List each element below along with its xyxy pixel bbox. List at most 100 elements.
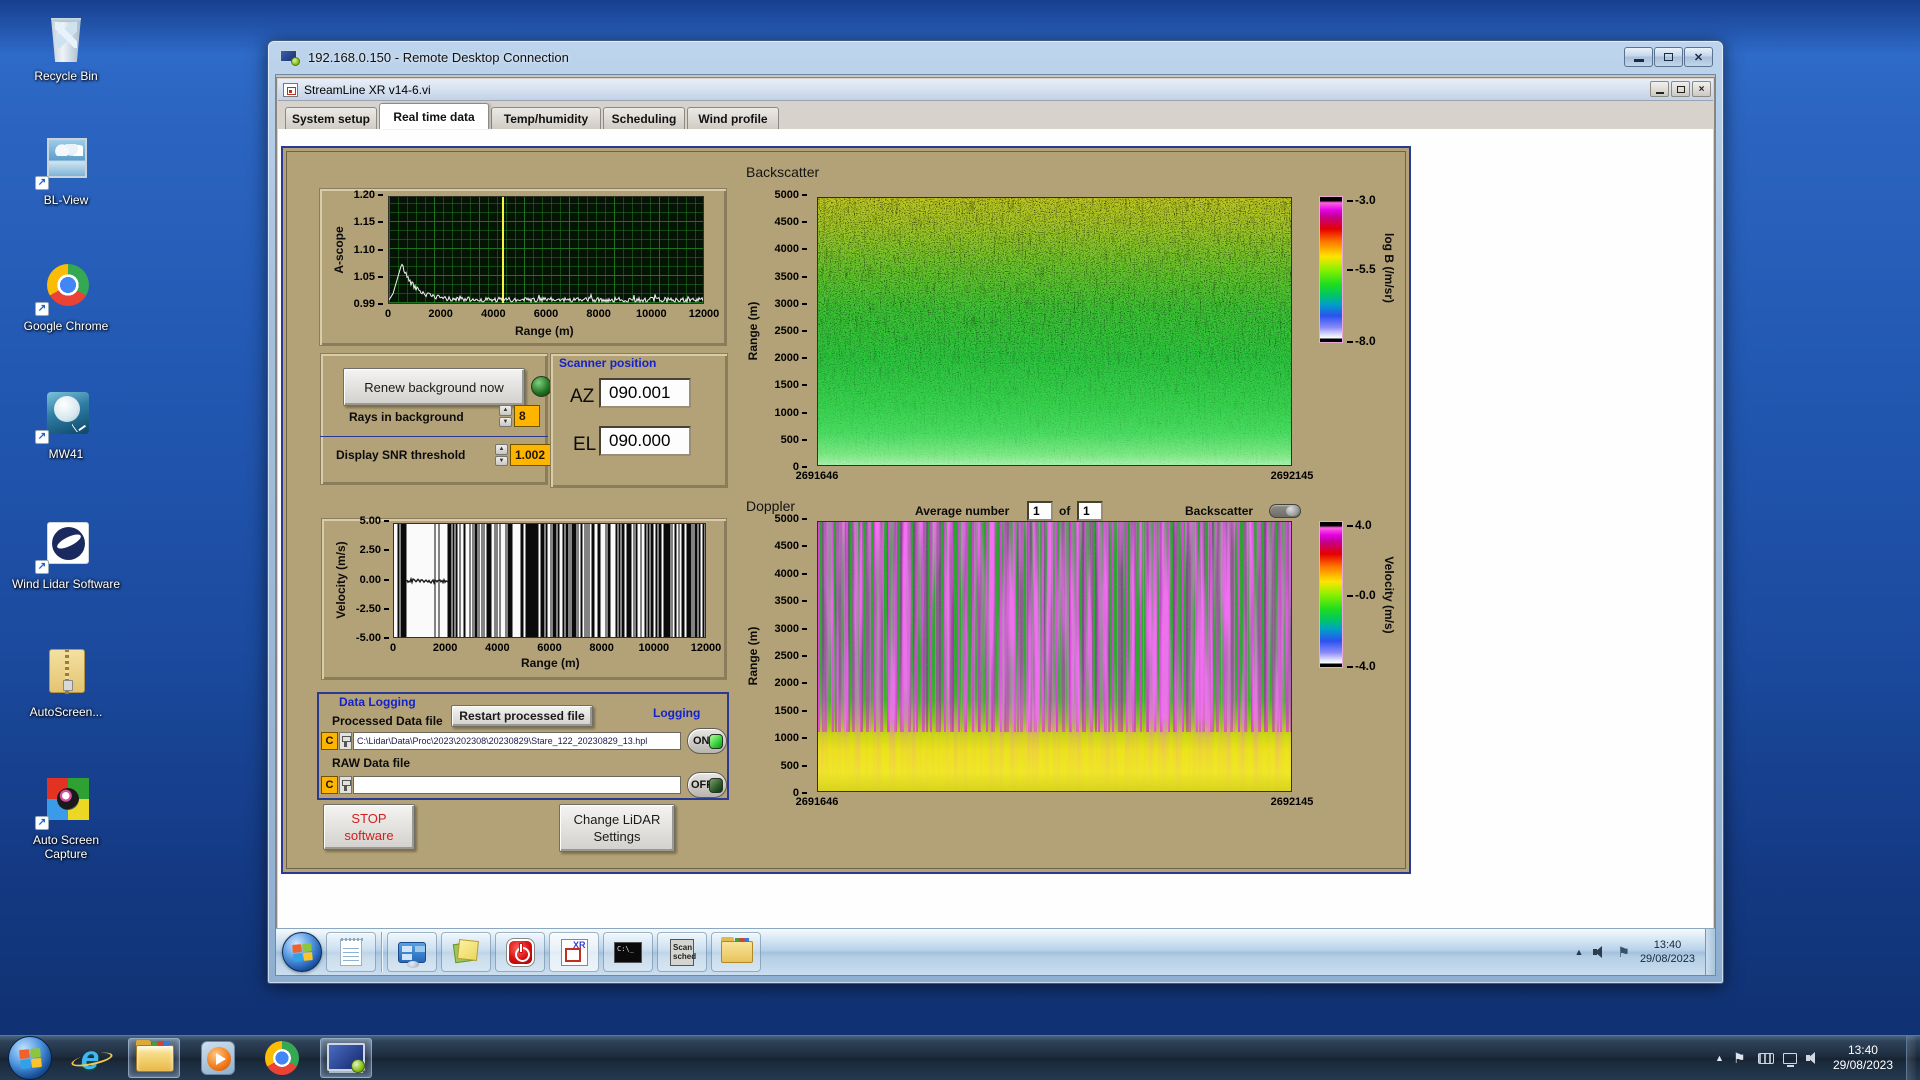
input-indicator-icon[interactable] xyxy=(1757,1052,1774,1064)
volume-icon[interactable] xyxy=(1593,946,1607,958)
stop-software-button[interactable]: STOP software xyxy=(323,804,415,850)
snr-spinner[interactable]: ▲ ▼ xyxy=(495,444,508,466)
desktop-icon-auto-screen-capture[interactable]: ↗ Auto Screen Capture xyxy=(10,772,122,861)
el-value-field[interactable]: 090.000 xyxy=(599,426,691,456)
vi-minimize-button[interactable] xyxy=(1650,81,1669,97)
desktop-icon-bl-view[interactable]: ↗ BL-View xyxy=(10,132,122,207)
doppler-ylabel: Range (m) xyxy=(746,626,760,686)
tick-label: 12000 xyxy=(690,642,722,654)
raw-logging-toggle[interactable]: OFF xyxy=(687,772,727,798)
show-desktop-button[interactable] xyxy=(1906,1036,1916,1080)
tray-expand-icon[interactable]: ▲ xyxy=(1574,947,1583,957)
clock-date: 29/08/2023 xyxy=(1832,1058,1893,1072)
action-center-flag-icon[interactable]: ⚑ xyxy=(1733,1051,1749,1065)
desktop-icon-mw41[interactable]: ↗ MW41 xyxy=(10,386,122,461)
desktop-icon-wind-lidar[interactable]: ↗ Wind Lidar Software xyxy=(10,516,122,591)
desktop-icon-google-chrome[interactable]: ↗ Google Chrome xyxy=(10,258,122,333)
backscatter-toggle-switch[interactable] xyxy=(1269,504,1301,518)
change-lidar-settings-button[interactable]: Change LiDAR Settings xyxy=(559,804,675,852)
remote-taskbar-sticky-notes[interactable] xyxy=(441,932,491,972)
bl-view-icon xyxy=(47,138,87,178)
vi-titlebar[interactable]: StreamLine XR v14-6.vi xyxy=(278,79,1713,101)
az-value-field[interactable]: 090.001 xyxy=(599,378,691,408)
action-center-flag-icon[interactable]: ⚑ xyxy=(1617,945,1630,959)
remote-taskbar-command-prompt[interactable]: C:\_ xyxy=(603,932,653,972)
renew-background-button[interactable]: Renew background now xyxy=(343,368,525,406)
tab-temp-humidity[interactable]: Temp/humidity xyxy=(491,107,601,129)
ascope-yticks: 1.20 1.15 1.10 1.05 0.99 xyxy=(345,190,383,310)
tab-bar: System setup Real time data Temp/humidity S… xyxy=(278,101,1713,129)
raw-drive-letter-selector[interactable]: C xyxy=(321,776,338,794)
remote-taskbar-stop-app[interactable] xyxy=(495,932,545,972)
snr-value-field[interactable]: 1.002 xyxy=(510,444,552,466)
doppler-yticks: 5000 4500 4000 3500 3000 2500 2000 1500 1000 500 0 xyxy=(769,514,807,799)
taskbar-media-player[interactable] xyxy=(192,1038,244,1078)
restart-processed-file-button[interactable]: Restart processed file xyxy=(451,705,593,727)
average-number-field[interactable]: 1 xyxy=(1027,501,1053,521)
remote-clock-date: 29/08/2023 xyxy=(1639,953,1695,965)
tick-label: 3000 xyxy=(775,623,807,635)
velocity-bars xyxy=(397,524,705,637)
raw-path-field[interactable] xyxy=(353,776,681,794)
processed-logging-toggle[interactable]: ON xyxy=(687,728,727,754)
explorer-folder-icon xyxy=(136,1039,174,1072)
desktop-icon-label: Recycle Bin xyxy=(34,69,98,83)
path-browse-icon[interactable] xyxy=(339,732,352,750)
remote-taskbar-notepad[interactable] xyxy=(326,932,376,972)
close-button[interactable]: ✕ xyxy=(1684,47,1713,67)
logging-off-lamp xyxy=(709,778,723,793)
desktop-icon-label: Google Chrome xyxy=(23,319,109,333)
taskbar-windows-explorer[interactable] xyxy=(128,1038,180,1078)
system-tray: ▲ ⚑ 13:40 29/08/2023 xyxy=(1715,1036,1920,1080)
tick-label: 8000 xyxy=(589,642,614,654)
rays-spinner[interactable]: ▲ ▼ xyxy=(499,405,512,427)
tab-system-setup[interactable]: System setup xyxy=(285,107,377,129)
data-logging-title: Data Logging xyxy=(339,695,416,709)
remote-start-button[interactable] xyxy=(282,932,322,972)
remote-taskbar-explorer[interactable] xyxy=(711,932,761,972)
ascope-ylabel: A-scope xyxy=(332,226,346,274)
minimize-button[interactable] xyxy=(1624,47,1653,67)
average-count-field[interactable]: 1 xyxy=(1077,501,1103,521)
tab-wind-profile[interactable]: Wind profile xyxy=(687,107,779,129)
remote-clock-time: 13:40 xyxy=(1653,939,1682,951)
remote-taskbar-system-settings[interactable] xyxy=(387,932,437,972)
rdp-titlebar[interactable]: 192.168.0.150 - Remote Desktop Connectio… xyxy=(268,41,1723,74)
vi-close-button[interactable]: × xyxy=(1692,81,1711,97)
desktop-icon-label: Wind Lidar Software xyxy=(11,577,121,591)
tick-label: 4500 xyxy=(775,217,807,228)
drive-letter-selector[interactable]: C xyxy=(321,732,338,750)
remote-taskbar-scan-scheduler[interactable]: Scan sched xyxy=(657,932,707,972)
taskbar-remote-desktop[interactable] xyxy=(320,1038,372,1078)
wind-lidar-icon xyxy=(47,522,89,564)
maximize-button[interactable] xyxy=(1654,47,1683,67)
tab-scheduling[interactable]: Scheduling xyxy=(603,107,685,129)
rays-value-field[interactable]: 8 xyxy=(514,405,540,427)
tray-expand-icon[interactable]: ▲ xyxy=(1715,1053,1724,1063)
zip-folder-icon xyxy=(49,649,85,694)
raw-path-browse-icon[interactable] xyxy=(339,776,352,794)
colorbar-tick: -4.0 xyxy=(1347,659,1376,673)
tab-real-time-data[interactable]: Real time data xyxy=(379,103,489,129)
front-panel: A-scope 1.20 1.15 1.10 1.05 0.99 0 2000 4000 60… xyxy=(281,146,1411,874)
clock[interactable]: 13:40 29/08/2023 xyxy=(1833,1043,1893,1073)
rdp-window-icon xyxy=(280,49,300,66)
processed-path-field[interactable]: C:\Lidar\Data\Proc\2023\202308\20230829\… xyxy=(353,732,681,750)
remote-taskbar-streamline-xr[interactable]: XR xyxy=(549,932,599,972)
mw41-icon xyxy=(47,392,89,434)
volume-icon[interactable] xyxy=(1805,1052,1820,1064)
desktop-icon-recycle-bin[interactable]: Recycle Bin xyxy=(10,8,122,83)
taskbar-internet-explorer[interactable]: e xyxy=(64,1038,116,1078)
remote-clock[interactable]: 13:40 29/08/2023 xyxy=(1640,938,1695,966)
vi-restore-button[interactable] xyxy=(1671,81,1690,97)
tick-label: 2000 xyxy=(432,642,458,654)
start-button[interactable] xyxy=(8,1036,52,1080)
desktop-icon-autoscreen[interactable]: AutoScreen... xyxy=(10,644,122,719)
network-icon[interactable] xyxy=(1782,1052,1797,1067)
xr-icon-text: XR xyxy=(572,939,586,950)
taskbar-chrome[interactable] xyxy=(256,1038,308,1078)
tick-label: 10000 xyxy=(638,642,670,654)
remote-show-desktop-button[interactable] xyxy=(1705,929,1715,975)
backscatter-colorbar-label: log B (/m/sr) xyxy=(1382,232,1396,304)
vi-content: A-scope 1.20 1.15 1.10 1.05 0.99 0 2000 4000 60… xyxy=(278,129,1713,930)
